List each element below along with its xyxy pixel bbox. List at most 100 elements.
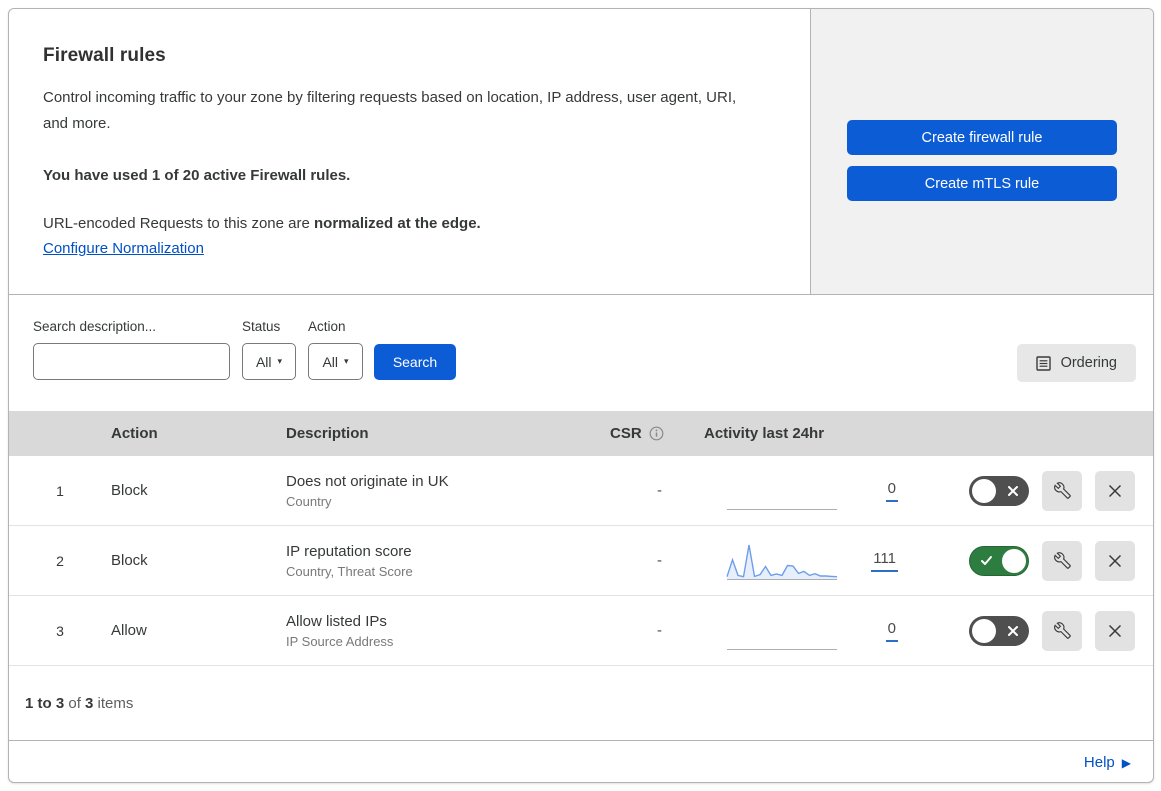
col-csr-label: CSR (610, 425, 642, 442)
search-field[interactable] (33, 343, 234, 380)
delete-rule-button[interactable] (1095, 540, 1135, 581)
toggle-knob (972, 478, 996, 503)
delete-rule-button[interactable] (1095, 470, 1135, 511)
help-footer: Help ▶ (9, 740, 1153, 782)
activity-count-link[interactable]: 0 (885, 480, 898, 502)
rule-csr-value: - (657, 622, 662, 639)
action-dropdown[interactable]: All ▾ (308, 343, 363, 380)
items-of-text: of (64, 694, 86, 712)
toggle-knob (1002, 548, 1026, 573)
edit-rule-button[interactable] (1042, 540, 1082, 581)
usage-summary: You have used 1 of 20 active Firewall ru… (43, 167, 351, 184)
table-row: 1 Block Does not originate in UK Country… (9, 456, 1153, 526)
activity-count-link[interactable]: 111 (871, 550, 898, 572)
items-range: 1 to 3 (25, 694, 65, 712)
rule-enabled-toggle[interactable] (969, 615, 1029, 646)
check-icon (981, 556, 992, 565)
col-action: Action (111, 425, 158, 442)
close-icon (1108, 484, 1122, 497)
ordering-list-icon (1035, 355, 1051, 371)
page-description: Control incoming traffic to your zone by… (43, 89, 737, 132)
rule-enabled-toggle[interactable] (969, 475, 1029, 506)
arrow-right-icon: ▶ (1121, 755, 1131, 770)
activity-sparkline (727, 472, 837, 510)
firewall-rules-card: Firewall rules Control incoming traffic … (8, 8, 1154, 783)
hero-text-block: Firewall rules Control incoming traffic … (9, 9, 810, 294)
col-description: Description (286, 425, 369, 442)
rule-fields: Country, Threat Score (286, 563, 413, 579)
activity-count-link[interactable]: 0 (885, 620, 898, 642)
activity-sparkline (727, 612, 837, 650)
rule-priority: 1 (56, 482, 64, 499)
wrench-icon (1053, 552, 1071, 569)
wrench-icon (1053, 622, 1071, 639)
edit-rule-button[interactable] (1042, 610, 1082, 651)
pagination-summary: 1 to 3 of 3 items (9, 666, 1153, 740)
filter-bar: Search description... Status All ▾ Actio… (9, 295, 1153, 411)
help-link-label: Help (1083, 754, 1115, 771)
status-filter-group: Status All ▾ (242, 319, 296, 380)
search-input[interactable] (53, 353, 234, 370)
normalization-note-bold: normalized at the edge. (314, 215, 481, 232)
activity-sparkline (726, 542, 838, 580)
toggle-knob (972, 618, 996, 643)
table-header: Action Description CSR Activity last 24h… (9, 411, 1153, 456)
table-row: 2 Block IP reputation score Country, Thr… (9, 526, 1153, 596)
x-icon (1008, 625, 1018, 636)
search-label: Search description... (33, 319, 157, 334)
rule-csr-value: - (657, 482, 662, 499)
items-total: 3 (85, 694, 94, 712)
rule-description-cell: Does not originate in UK Country (286, 473, 602, 509)
close-icon (1108, 554, 1122, 567)
wrench-icon (1053, 482, 1071, 499)
status-label: Status (242, 319, 281, 334)
rule-description-cell: Allow listed IPs IP Source Address (286, 613, 602, 649)
table-row: 3 Allow Allow listed IPs IP Source Addre… (9, 596, 1153, 666)
rule-description: Allow listed IPs (286, 612, 387, 630)
rule-activity-cell: 0 (697, 596, 912, 665)
status-dropdown-value: All (255, 353, 272, 370)
configure-normalization-link[interactable]: Configure Normalization (43, 240, 204, 257)
rule-enabled-toggle[interactable] (969, 545, 1029, 576)
rule-description-cell: IP reputation score Country, Threat Scor… (286, 543, 602, 579)
rule-fields: IP Source Address (286, 633, 394, 649)
rule-description: Does not originate in UK (286, 472, 449, 490)
close-icon (1108, 624, 1122, 637)
col-csr: CSR (602, 425, 697, 442)
chevron-down-icon: ▾ (277, 356, 283, 366)
action-label: Action (308, 319, 346, 334)
info-icon[interactable] (649, 426, 664, 441)
help-link[interactable]: Help ▶ (1084, 754, 1131, 771)
search-group: Search description... (33, 319, 234, 380)
create-mtls-rule-button[interactable]: Create mTLS rule (847, 166, 1117, 201)
action-dropdown-value: All (322, 353, 339, 370)
rule-controls (912, 610, 1153, 651)
create-firewall-rule-button[interactable]: Create firewall rule (847, 120, 1117, 155)
items-label: items (93, 694, 134, 712)
rule-activity-cell: 111 (697, 526, 912, 595)
rule-fields: Country (286, 493, 332, 509)
ordering-button-label: Ordering (1060, 355, 1117, 371)
chevron-down-icon: ▾ (344, 356, 349, 366)
rule-activity-cell: 0 (697, 456, 912, 525)
rule-action: Allow (111, 622, 147, 639)
rule-action: Block (111, 552, 148, 569)
edit-rule-button[interactable] (1042, 470, 1082, 511)
action-filter-group: Action All ▾ (308, 319, 363, 380)
normalization-note-text: URL-encoded Requests to this zone are (43, 215, 314, 232)
rule-action: Block (111, 482, 148, 499)
ordering-button[interactable]: Ordering (1016, 344, 1136, 382)
page-title: Firewall rules (43, 45, 166, 66)
delete-rule-button[interactable] (1095, 610, 1135, 651)
x-icon (1008, 485, 1018, 496)
rule-csr-value: - (657, 552, 662, 569)
rule-priority: 3 (56, 622, 64, 639)
rule-priority: 2 (56, 552, 64, 569)
rule-description: IP reputation score (286, 542, 412, 560)
rule-controls (912, 540, 1153, 581)
hero-actions-panel: Create firewall rule Create mTLS rule (810, 9, 1153, 294)
status-dropdown[interactable]: All ▾ (242, 343, 296, 380)
normalization-note: URL-encoded Requests to this zone are no… (43, 215, 770, 232)
hero-section: Firewall rules Control incoming traffic … (9, 9, 1153, 295)
search-button[interactable]: Search (374, 344, 456, 380)
